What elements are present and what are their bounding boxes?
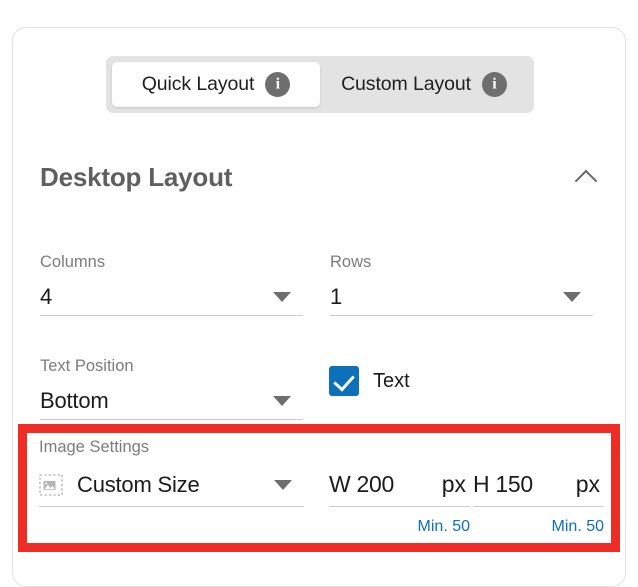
image-placeholder-icon bbox=[39, 474, 63, 496]
page-title: Desktop Layout bbox=[40, 162, 232, 193]
text-position-label: Text Position bbox=[40, 357, 303, 376]
tab-quick-layout[interactable]: Quick Layout i bbox=[112, 62, 320, 107]
image-size-mode-value: Custom Size bbox=[77, 472, 274, 498]
field-rows: Rows 1 bbox=[330, 253, 593, 316]
chevron-down-icon[interactable] bbox=[273, 292, 291, 302]
rows-label: Rows bbox=[330, 253, 593, 272]
columns-label: Columns bbox=[40, 253, 303, 272]
text-checkbox-label: Text bbox=[373, 370, 410, 393]
tab-custom-layout-label: Custom Layout bbox=[341, 73, 471, 96]
info-icon[interactable]: i bbox=[265, 72, 290, 97]
chevron-down-icon[interactable] bbox=[563, 292, 581, 302]
info-icon[interactable]: i bbox=[482, 72, 507, 97]
text-position-select[interactable]: Bottom bbox=[40, 382, 303, 420]
field-columns: Columns 4 bbox=[40, 253, 303, 316]
image-width-field[interactable]: W 200 px bbox=[329, 463, 470, 507]
image-width-input[interactable]: W 200 bbox=[329, 471, 394, 498]
layout-mode-tabbar: Quick Layout i Custom Layout i bbox=[106, 56, 534, 113]
text-position-value: Bottom bbox=[40, 388, 273, 414]
tab-custom-layout[interactable]: Custom Layout i bbox=[320, 62, 528, 107]
field-text-position: Text Position Bottom bbox=[40, 357, 303, 420]
image-height-field[interactable]: H 150 px bbox=[473, 463, 604, 507]
tab-quick-layout-label: Quick Layout bbox=[142, 73, 255, 96]
image-size-mode-select[interactable]: Custom Size bbox=[39, 463, 304, 507]
desktop-layout-section-header[interactable]: Desktop Layout bbox=[40, 151, 600, 203]
image-height-unit: px bbox=[576, 471, 604, 498]
image-width-min-hint: Min. 50 bbox=[329, 518, 470, 536]
text-checkbox[interactable] bbox=[329, 366, 359, 396]
rows-value: 1 bbox=[330, 284, 563, 310]
columns-select[interactable]: 4 bbox=[40, 278, 303, 316]
text-checkbox-row[interactable]: Text bbox=[329, 366, 410, 396]
image-height-input[interactable]: H 150 bbox=[473, 471, 533, 498]
image-width-unit: px bbox=[442, 471, 470, 498]
image-height-min-hint: Min. 50 bbox=[473, 518, 604, 536]
chevron-down-icon[interactable] bbox=[273, 396, 291, 406]
image-settings-label: Image Settings bbox=[39, 438, 149, 457]
rows-select[interactable]: 1 bbox=[330, 278, 593, 316]
columns-value: 4 bbox=[40, 284, 273, 310]
chevron-up-icon[interactable] bbox=[574, 164, 600, 190]
chevron-down-icon[interactable] bbox=[274, 480, 292, 490]
